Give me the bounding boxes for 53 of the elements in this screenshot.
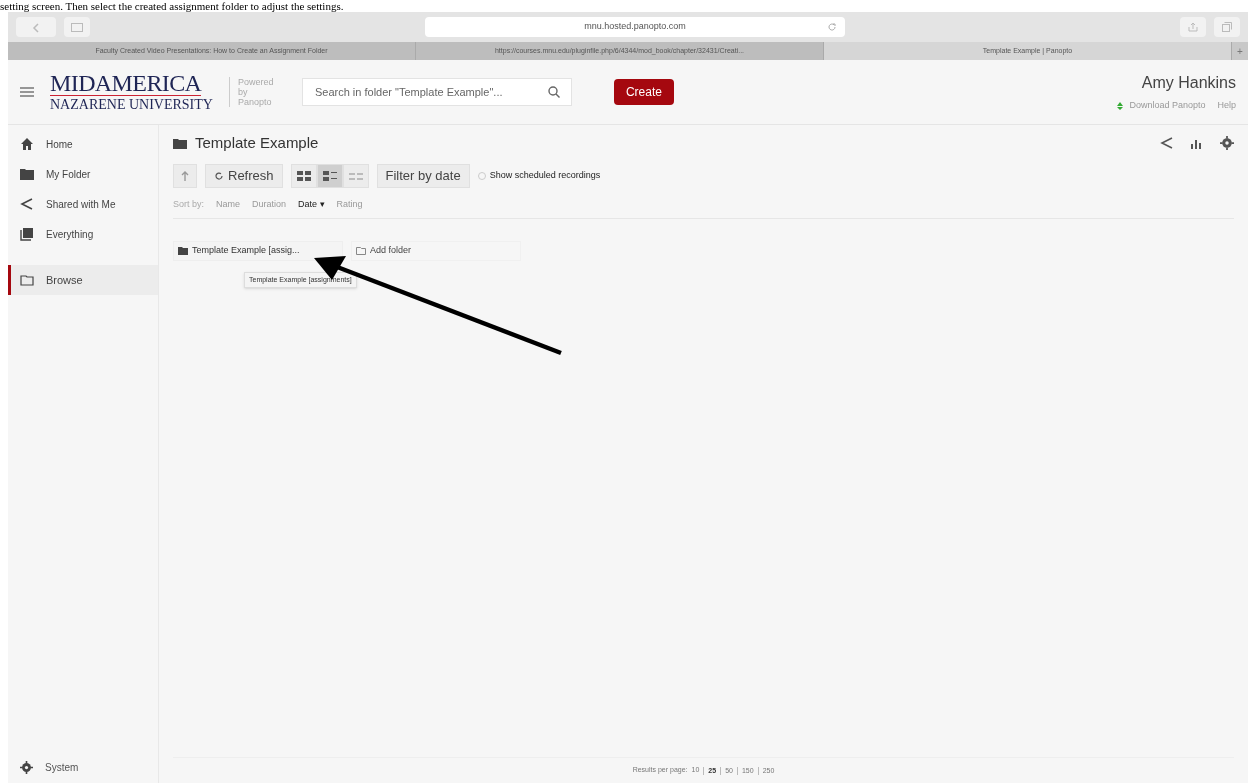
search-icon[interactable] <box>547 86 560 98</box>
reload-icon[interactable] <box>827 22 837 32</box>
settings-icon[interactable] <box>1220 136 1234 150</box>
home-icon <box>20 137 34 151</box>
stack-icon <box>20 227 34 241</box>
sidebar-item[interactable]: Home <box>8 129 158 159</box>
up-button[interactable] <box>173 164 197 188</box>
view-toggle-button[interactable] <box>342 164 369 188</box>
folder-item[interactable]: Template Example [assig... <box>173 241 343 261</box>
view-toggle-button[interactable] <box>316 164 343 188</box>
grid-icon <box>296 171 311 181</box>
folder-icon <box>20 167 34 181</box>
share-button[interactable] <box>1180 17 1206 37</box>
tabs-button[interactable] <box>1214 17 1240 37</box>
filter-button[interactable]: Filter by date <box>376 164 470 188</box>
sidebar-toggle-button[interactable] <box>64 17 90 37</box>
refresh-icon <box>214 171 224 181</box>
powered-by-text: Powered by Panopto <box>237 77 275 107</box>
tabs-icon <box>1222 22 1232 32</box>
list-icon <box>348 171 363 181</box>
sort-option[interactable]: Date ▾ <box>298 197 325 212</box>
checkbox-label: Show scheduled recordings <box>489 169 601 183</box>
url-text: mnu.hosted.panopto.com <box>584 20 686 34</box>
back-button[interactable] <box>16 17 56 37</box>
search-field[interactable]: Search in folder "Template Example"... <box>301 78 572 106</box>
user-menu[interactable]: Amy Hankins <box>1141 71 1236 96</box>
share-icon <box>20 197 34 211</box>
refresh-button[interactable]: Refresh <box>205 164 283 188</box>
sidebar-icon <box>71 22 83 32</box>
sidebar-item[interactable]: My Folder <box>8 159 158 189</box>
up-arrow-icon <box>181 171 189 181</box>
sort-label: Sort by: <box>173 197 204 211</box>
gear-icon <box>20 761 33 774</box>
sidebar-item[interactable]: Shared with Me <box>8 189 158 219</box>
detail-view-icon <box>322 171 337 181</box>
address-bar[interactable]: mnu.hosted.panopto.com <box>425 17 845 37</box>
sidebar-item[interactable]: Browse <box>8 265 158 295</box>
folder-icon <box>20 273 34 287</box>
share-icon <box>1188 22 1198 32</box>
back-icon <box>32 22 40 33</box>
menu-icon[interactable] <box>20 86 34 98</box>
add-folder-field[interactable]: Add folder <box>351 241 521 261</box>
create-button[interactable]: Create <box>613 79 674 105</box>
view-toggle-button[interactable] <box>290 164 317 188</box>
folder-icon <box>173 137 187 149</box>
folder-icon <box>178 247 188 255</box>
add-folder-icon <box>356 247 366 255</box>
share-icon[interactable] <box>1160 136 1174 150</box>
folder-title: Template Example <box>195 132 319 153</box>
system-link[interactable]: System <box>45 760 79 775</box>
university-logo[interactable]: MIDAMERICA NAZARENE UNIVERSITY <box>50 70 213 114</box>
document-caption: setting screen. Then select the created assignment folder to adjust the settings. <box>0 0 344 12</box>
sidebar-item[interactable]: Everything <box>8 219 158 249</box>
